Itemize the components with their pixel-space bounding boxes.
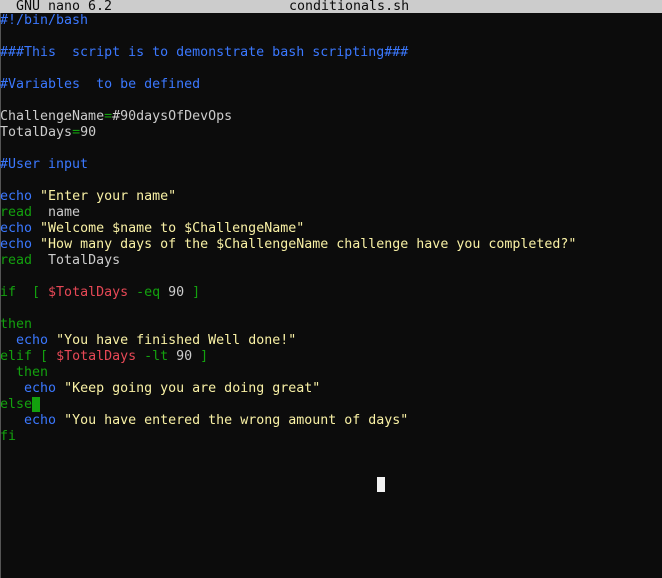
code-line[interactable]: echo "You have entered the wrong amount …	[0, 413, 662, 429]
code-line[interactable]: echo "Enter your name"	[0, 189, 662, 205]
code-line[interactable]: #Variables to be defined	[0, 77, 662, 93]
code-line[interactable]: echo "How many days of the $ChallengeNam…	[0, 237, 662, 253]
code-token: if	[0, 285, 17, 300]
code-token: -lt	[136, 349, 177, 364]
code-token: [	[16, 285, 49, 300]
code-token: [	[32, 349, 57, 364]
code-token: name	[32, 205, 81, 220]
code-token: =	[104, 109, 113, 124]
file-name: conditionals.sh	[289, 0, 410, 13]
code-line[interactable]: ChallengeName=#90daysOfDevOps	[0, 109, 662, 125]
code-token: TotalDays	[0, 125, 73, 140]
code-line[interactable]: read name	[0, 205, 662, 221]
code-line[interactable]	[0, 61, 662, 77]
code-line[interactable]	[0, 141, 662, 157]
code-token: then	[0, 317, 33, 332]
code-token: ]	[192, 349, 209, 364]
code-token: echo	[0, 237, 33, 252]
code-token: elif	[0, 349, 33, 364]
code-token: read	[0, 253, 33, 268]
code-token: 90	[168, 285, 185, 300]
code-token: echo	[16, 333, 49, 348]
code-token: 90	[80, 125, 97, 140]
code-token: fi	[0, 429, 17, 444]
code-token: ###This script is to demonstrate bash sc…	[0, 45, 409, 60]
code-line[interactable]	[0, 269, 662, 285]
mouse-text-cursor-icon	[377, 477, 385, 492]
editor-text-area[interactable]: #!/bin/bash ###This script is to demonstr…	[0, 13, 662, 578]
code-token: TotalDays	[32, 253, 121, 268]
code-line[interactable]: ###This script is to demonstrate bash sc…	[0, 45, 662, 61]
code-token: echo	[24, 413, 57, 428]
code-token: "How many days of the $ChallengeName cha…	[40, 237, 577, 252]
code-line[interactable]: read TotalDays	[0, 253, 662, 269]
text-cursor	[32, 397, 41, 412]
code-token: echo	[0, 189, 33, 204]
nano-title-bar: GNU nano 6.2 conditionals.sh	[0, 0, 662, 13]
code-line[interactable]: echo "Welcome $name to $ChallengeName"	[0, 221, 662, 237]
code-line[interactable]	[0, 301, 662, 317]
code-token: "You have finished Well done!"	[56, 333, 297, 348]
code-token: #User input	[0, 157, 89, 172]
code-token: #Variables to be defined	[0, 77, 201, 92]
code-token: echo	[24, 381, 57, 396]
code-line[interactable]: if [ $TotalDays -eq 90 ]	[0, 285, 662, 301]
code-token: =	[72, 125, 81, 140]
code-token: read	[0, 205, 33, 220]
code-line[interactable]: #User input	[0, 157, 662, 173]
code-token: 90	[176, 349, 193, 364]
code-line[interactable]: echo "Keep going you are doing great"	[0, 381, 662, 397]
code-token: #90daysOfDevOps	[112, 109, 233, 124]
code-token: "Keep going you are doing great"	[64, 381, 321, 396]
code-token: else	[0, 397, 33, 412]
code-line[interactable]	[0, 29, 662, 45]
code-line[interactable]: then	[0, 317, 662, 333]
code-line[interactable]	[0, 173, 662, 189]
code-token: $TotalDays	[48, 285, 129, 300]
editor-app-name: GNU nano 6.2	[16, 0, 113, 13]
code-line[interactable]: then	[0, 365, 662, 381]
code-line[interactable]: fi	[0, 429, 662, 445]
code-token: $TotalDays	[56, 349, 137, 364]
code-line[interactable]: else	[0, 397, 662, 413]
code-token: -eq	[128, 285, 169, 300]
code-line[interactable]: #!/bin/bash	[0, 13, 662, 29]
code-line[interactable]: TotalDays=90	[0, 125, 662, 141]
code-line[interactable]: elif [ $TotalDays -lt 90 ]	[0, 349, 662, 365]
code-token: then	[0, 365, 49, 380]
code-token: "Enter your name"	[40, 189, 177, 204]
code-token: #!/bin/bash	[0, 13, 89, 28]
code-token: echo	[0, 221, 33, 236]
code-line[interactable]	[0, 93, 662, 109]
code-line[interactable]: echo "You have finished Well done!"	[0, 333, 662, 349]
code-token: ChallengeName	[0, 109, 105, 124]
code-token: "You have entered the wrong amount of da…	[64, 413, 409, 428]
code-token: "Welcome $name to $ChallengeName"	[40, 221, 305, 236]
code-token: ]	[184, 285, 201, 300]
